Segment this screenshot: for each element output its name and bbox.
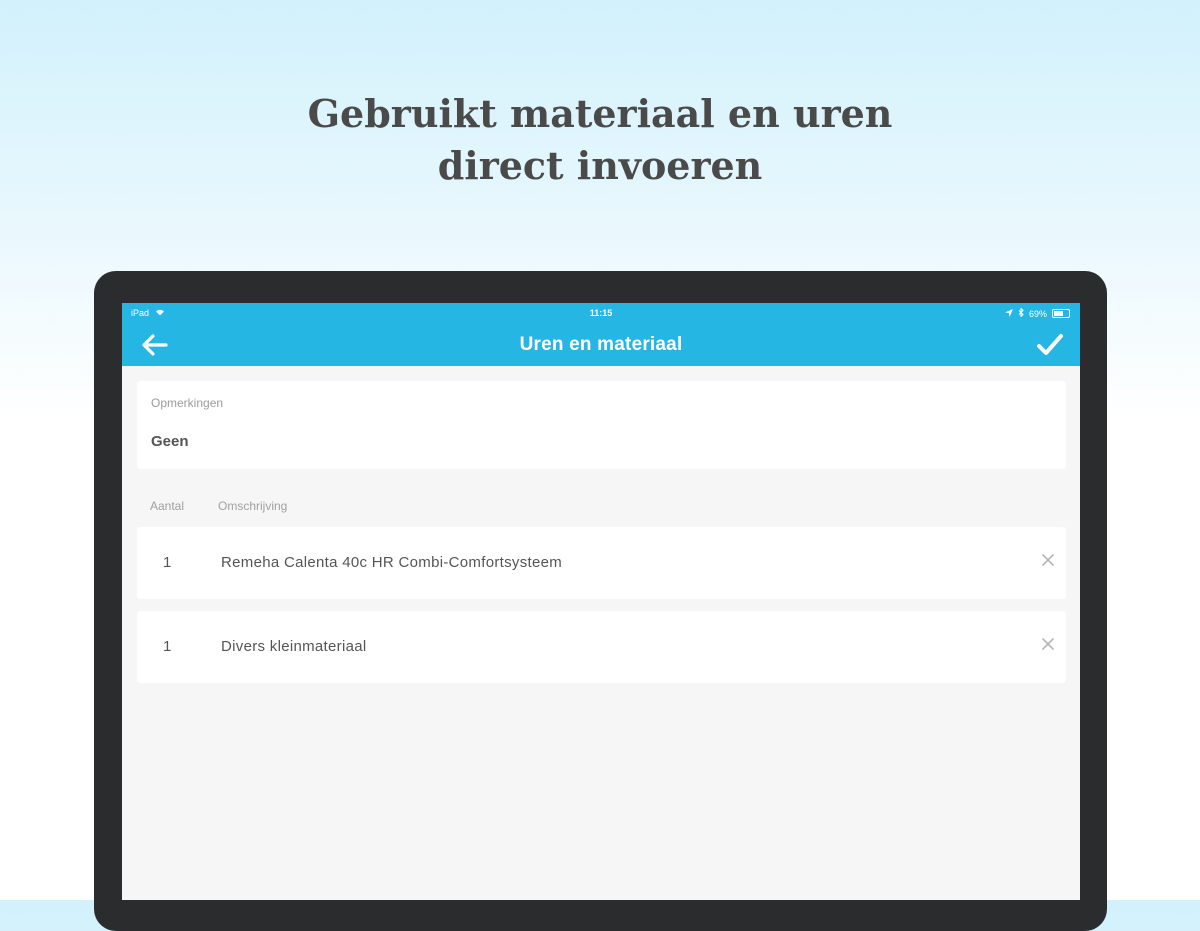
checkmark-icon [1037,334,1063,355]
tablet-screen: iPad 11:15 69% Uren en materiaal Opmerki… [122,303,1080,900]
column-header-quantity: Aantal [150,499,185,513]
navigation-bar: Uren en materiaal [122,323,1080,366]
page-title: Uren en materiaal [519,334,683,355]
remarks-field[interactable]: Opmerkingen Geen [137,381,1066,469]
material-row[interactable]: 1 Divers kleinmateriaal [137,611,1066,683]
status-bar: iPad 11:15 69% [122,303,1080,323]
close-icon [1042,554,1054,566]
battery-level [1054,311,1063,316]
location-icon [1004,308,1013,319]
material-quantity: 1 [163,638,172,655]
material-row[interactable]: 1 Remeha Calenta 40c HR Combi-Comfortsys… [137,527,1066,599]
battery-percent: 69% [1028,308,1047,319]
promo-headline-line-2: direct invoeren [437,143,763,188]
bluetooth-icon [1018,307,1024,319]
promo-headline-line-1: Gebruikt materiaal en uren [307,91,893,136]
remarks-value[interactable]: Geen [151,433,189,450]
remove-item-button[interactable] [1040,551,1056,571]
material-quantity: 1 [163,554,172,571]
save-button[interactable] [1036,332,1064,358]
status-time: 11:15 [589,308,613,318]
remove-item-button[interactable] [1040,635,1056,655]
remarks-label: Opmerkingen [151,396,224,410]
column-header-description: Omschrijving [218,499,288,513]
status-right: 69% [1004,307,1070,319]
battery-icon [1052,309,1070,318]
promo-headline: Gebruikt materiaal en uren direct invoer… [0,88,1200,192]
material-description: Remeha Calenta 40c HR Combi-Comfortsyste… [221,554,563,571]
close-icon [1042,638,1054,650]
material-description: Divers kleinmateriaal [221,638,367,655]
